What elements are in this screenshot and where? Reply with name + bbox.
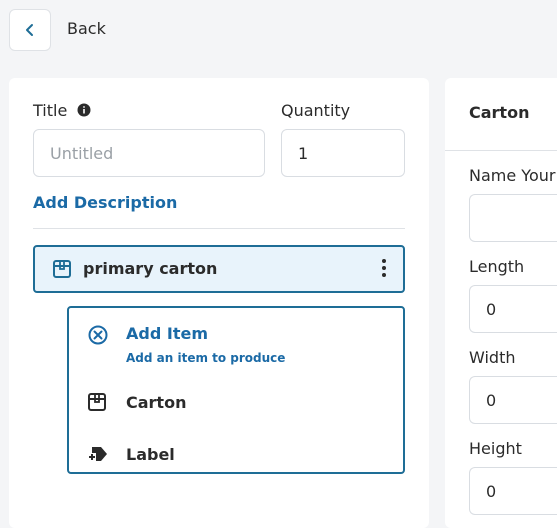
divider (33, 228, 405, 229)
back-button[interactable] (9, 9, 51, 51)
more-options-icon[interactable] (379, 259, 389, 279)
name-label: Name Your (469, 166, 556, 185)
box-icon (88, 393, 106, 411)
name-input[interactable] (469, 194, 557, 242)
add-item-menu: Add Item Add an item to produce Carton L… (67, 306, 405, 474)
add-description-link[interactable]: Add Description (33, 193, 177, 212)
label-add-icon (88, 447, 107, 461)
add-item-option[interactable]: Add Item Add an item to produce (69, 308, 403, 370)
title-input[interactable] (33, 129, 265, 177)
add-item-subtitle: Add an item to produce (126, 351, 286, 365)
length-label: Length (469, 257, 525, 276)
menu-item-label: Label (126, 445, 175, 464)
chevron-left-icon (26, 24, 33, 36)
width-input[interactable] (469, 376, 557, 424)
menu-item-label-option[interactable]: Label (69, 436, 403, 472)
height-label: Height (469, 439, 522, 458)
tree-item-primary-carton[interactable]: primary carton (33, 245, 405, 293)
info-icon (77, 103, 91, 117)
menu-item-carton[interactable]: Carton (69, 384, 403, 420)
menu-item-label: Carton (126, 393, 187, 412)
length-input[interactable] (469, 285, 557, 333)
panel-title: Carton (469, 103, 530, 122)
quantity-input[interactable] (281, 129, 405, 177)
width-label: Width (469, 348, 516, 367)
close-circle-icon (88, 325, 108, 345)
title-label: Title (33, 101, 68, 120)
height-input[interactable] (469, 467, 557, 515)
back-label: Back (67, 19, 106, 38)
tree-item-label: primary carton (83, 259, 218, 278)
box-icon (53, 260, 71, 278)
divider (445, 150, 557, 151)
quantity-label: Quantity (281, 101, 351, 120)
add-item-title: Add Item (126, 324, 208, 343)
